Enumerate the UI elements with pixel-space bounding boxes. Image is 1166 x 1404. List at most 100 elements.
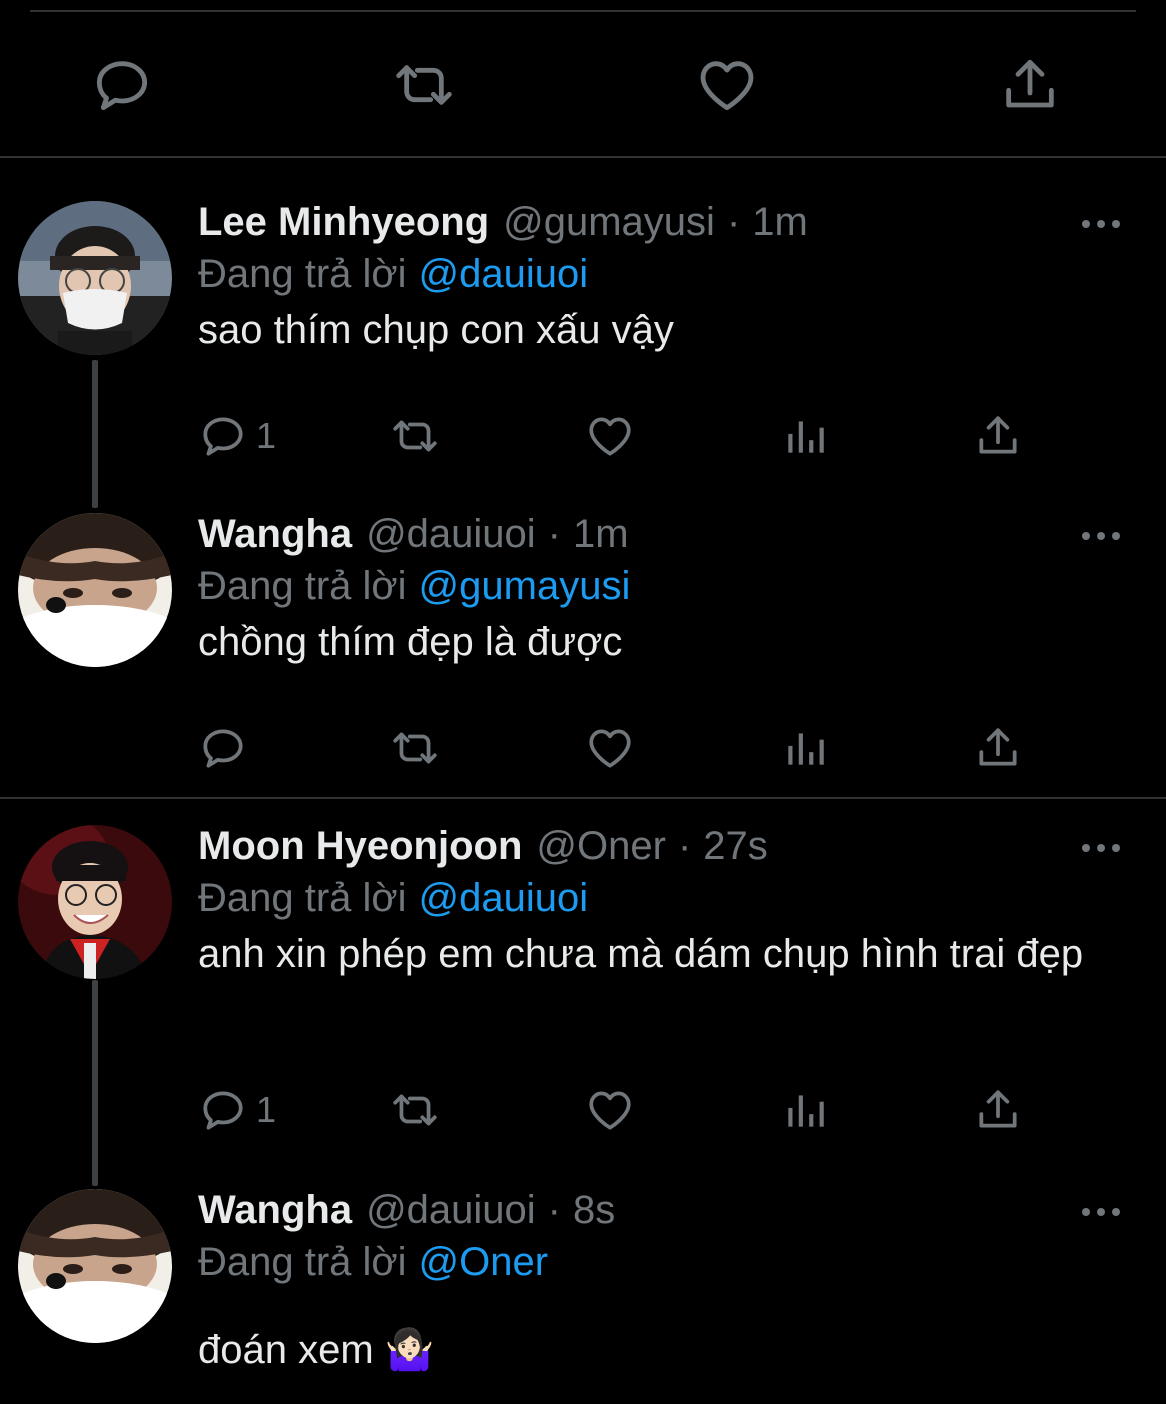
- retweet-button[interactable]: [390, 1080, 440, 1140]
- avatar[interactable]: [18, 1189, 172, 1343]
- retweet-icon: [393, 1094, 437, 1126]
- replying-to-label: Đang trả lời: [198, 252, 407, 296]
- tweet-header: Wangha @dauiuoi · 1m: [198, 512, 629, 564]
- replying-to: Đang trả lời @dauiuoi: [198, 876, 588, 921]
- share-button[interactable]: [990, 40, 1070, 130]
- replying-to: Đang trả lời @dauiuoi: [198, 252, 588, 297]
- reply-button[interactable]: [82, 40, 162, 130]
- analytics-button[interactable]: [780, 1080, 830, 1140]
- tweet[interactable]: Wangha @dauiuoi · 8s Đang trả lời @Oner đ…: [0, 1188, 1166, 1404]
- share-icon: [979, 1090, 1017, 1128]
- more-options-button[interactable]: [1076, 828, 1126, 868]
- like-icon: [589, 1091, 631, 1130]
- display-name[interactable]: Wangha: [198, 1188, 352, 1233]
- timestamp[interactable]: 27s: [703, 824, 768, 869]
- share-button[interactable]: [973, 406, 1023, 466]
- retweet-icon: [393, 420, 437, 452]
- more-icon: [1082, 532, 1120, 540]
- reply-icon: [203, 729, 243, 768]
- avatar[interactable]: [18, 201, 172, 355]
- username[interactable]: @Oner: [536, 824, 666, 869]
- tweet[interactable]: Wangha @dauiuoi · 1m Đang trả lời @gumayu…: [0, 512, 1166, 792]
- retweet-button[interactable]: [390, 718, 440, 778]
- avatar[interactable]: [18, 513, 172, 667]
- more-icon: [1082, 1208, 1120, 1216]
- tweet-header: Moon Hyeonjoon @Oner · 27s: [198, 824, 768, 876]
- conversation-page: Lee Minhyeong @gumayusi · 1m Đang trả lờ…: [0, 0, 1166, 1404]
- like-button[interactable]: [687, 40, 767, 130]
- reply-icon: [96, 61, 148, 111]
- timestamp[interactable]: 1m: [573, 512, 629, 557]
- tweet-header: Wangha @dauiuoi · 8s: [198, 1188, 615, 1240]
- retweet-button[interactable]: [390, 406, 440, 466]
- username[interactable]: @dauiuoi: [366, 1188, 536, 1233]
- more-options-button[interactable]: [1076, 1192, 1126, 1232]
- like-icon: [589, 729, 631, 768]
- more-icon: [1082, 844, 1120, 852]
- separator: ·: [547, 512, 561, 556]
- username[interactable]: @dauiuoi: [366, 512, 536, 557]
- display-name[interactable]: Lee Minhyeong: [198, 200, 489, 245]
- reply-icon: [203, 417, 243, 456]
- replying-to-label: Đang trả lời: [198, 876, 407, 920]
- display-name[interactable]: Wangha: [198, 512, 352, 557]
- tweet-text: sao thím chụp con xấu vậy: [198, 308, 674, 352]
- replying-to: Đang trả lời @gumayusi: [198, 564, 630, 609]
- tweet[interactable]: Lee Minhyeong @gumayusi · 1m Đang trả lờ…: [0, 200, 1166, 490]
- avatar[interactable]: [18, 825, 172, 979]
- reply-button[interactable]: 1: [198, 406, 276, 466]
- separator: ·: [677, 824, 692, 868]
- reply-count: 1: [256, 1089, 277, 1130]
- more-options-button[interactable]: [1076, 516, 1126, 556]
- mention-link[interactable]: @dauiuoi: [419, 876, 589, 920]
- mention-link[interactable]: @dauiuoi: [419, 252, 589, 296]
- tweet-text: đoán xem 🤷🏻‍♀️: [198, 1328, 435, 1372]
- analytics-icon: [788, 421, 824, 453]
- more-icon: [1082, 220, 1120, 228]
- retweet-icon: [393, 732, 437, 764]
- like-icon: [589, 417, 631, 456]
- like-button[interactable]: [585, 718, 635, 778]
- section-divider: [0, 156, 1166, 158]
- share-button[interactable]: [973, 1080, 1023, 1140]
- retweet-button[interactable]: [384, 40, 464, 130]
- tweet[interactable]: Moon Hyeonjoon @Oner · 27s Đang trả lời @…: [0, 824, 1166, 1164]
- replying-to-label: Đang trả lời: [198, 1240, 407, 1284]
- retweet-icon: [396, 65, 452, 105]
- avatar-image-lee-minhyeong: [18, 201, 172, 355]
- reply-button[interactable]: 1: [198, 1080, 276, 1140]
- timestamp[interactable]: 8s: [573, 1188, 615, 1233]
- tweet-actions: 1: [198, 1080, 1068, 1140]
- like-button[interactable]: [585, 1080, 635, 1140]
- tweet-actions: 1: [198, 406, 1068, 466]
- separator: ·: [726, 200, 741, 244]
- reply-count: 1: [256, 415, 277, 456]
- analytics-button[interactable]: [780, 718, 830, 778]
- main-tweet-actions: [0, 40, 1166, 130]
- analytics-button[interactable]: [780, 406, 830, 466]
- avatar-image-wangha: [18, 513, 172, 667]
- tweet-text: anh xin phép em chưa mà dám chụp hình tr…: [198, 932, 1084, 976]
- replying-to: Đang trả lời @Oner: [198, 1240, 548, 1285]
- like-icon: [700, 61, 754, 111]
- more-options-button[interactable]: [1076, 204, 1126, 244]
- share-icon: [979, 416, 1017, 454]
- avatar-image-wangha: [18, 1189, 172, 1343]
- username[interactable]: @gumayusi: [503, 200, 715, 245]
- reply-button[interactable]: [198, 718, 256, 778]
- tweet-text: chồng thím đẹp là được: [198, 620, 623, 664]
- thread-divider: [0, 797, 1166, 799]
- avatar-image-moon-hyeonjoon: [18, 825, 172, 979]
- display-name[interactable]: Moon Hyeonjoon: [198, 824, 522, 869]
- analytics-icon: [788, 1095, 824, 1127]
- top-divider: [30, 10, 1136, 12]
- mention-link[interactable]: @gumayusi: [419, 564, 631, 608]
- separator: ·: [547, 1188, 561, 1232]
- timestamp[interactable]: 1m: [752, 200, 808, 245]
- mention-link[interactable]: @Oner: [419, 1240, 549, 1284]
- share-icon: [1006, 59, 1054, 108]
- reply-icon: [203, 1091, 243, 1130]
- share-button[interactable]: [973, 718, 1023, 778]
- replying-to-label: Đang trả lời: [198, 564, 407, 608]
- like-button[interactable]: [585, 406, 635, 466]
